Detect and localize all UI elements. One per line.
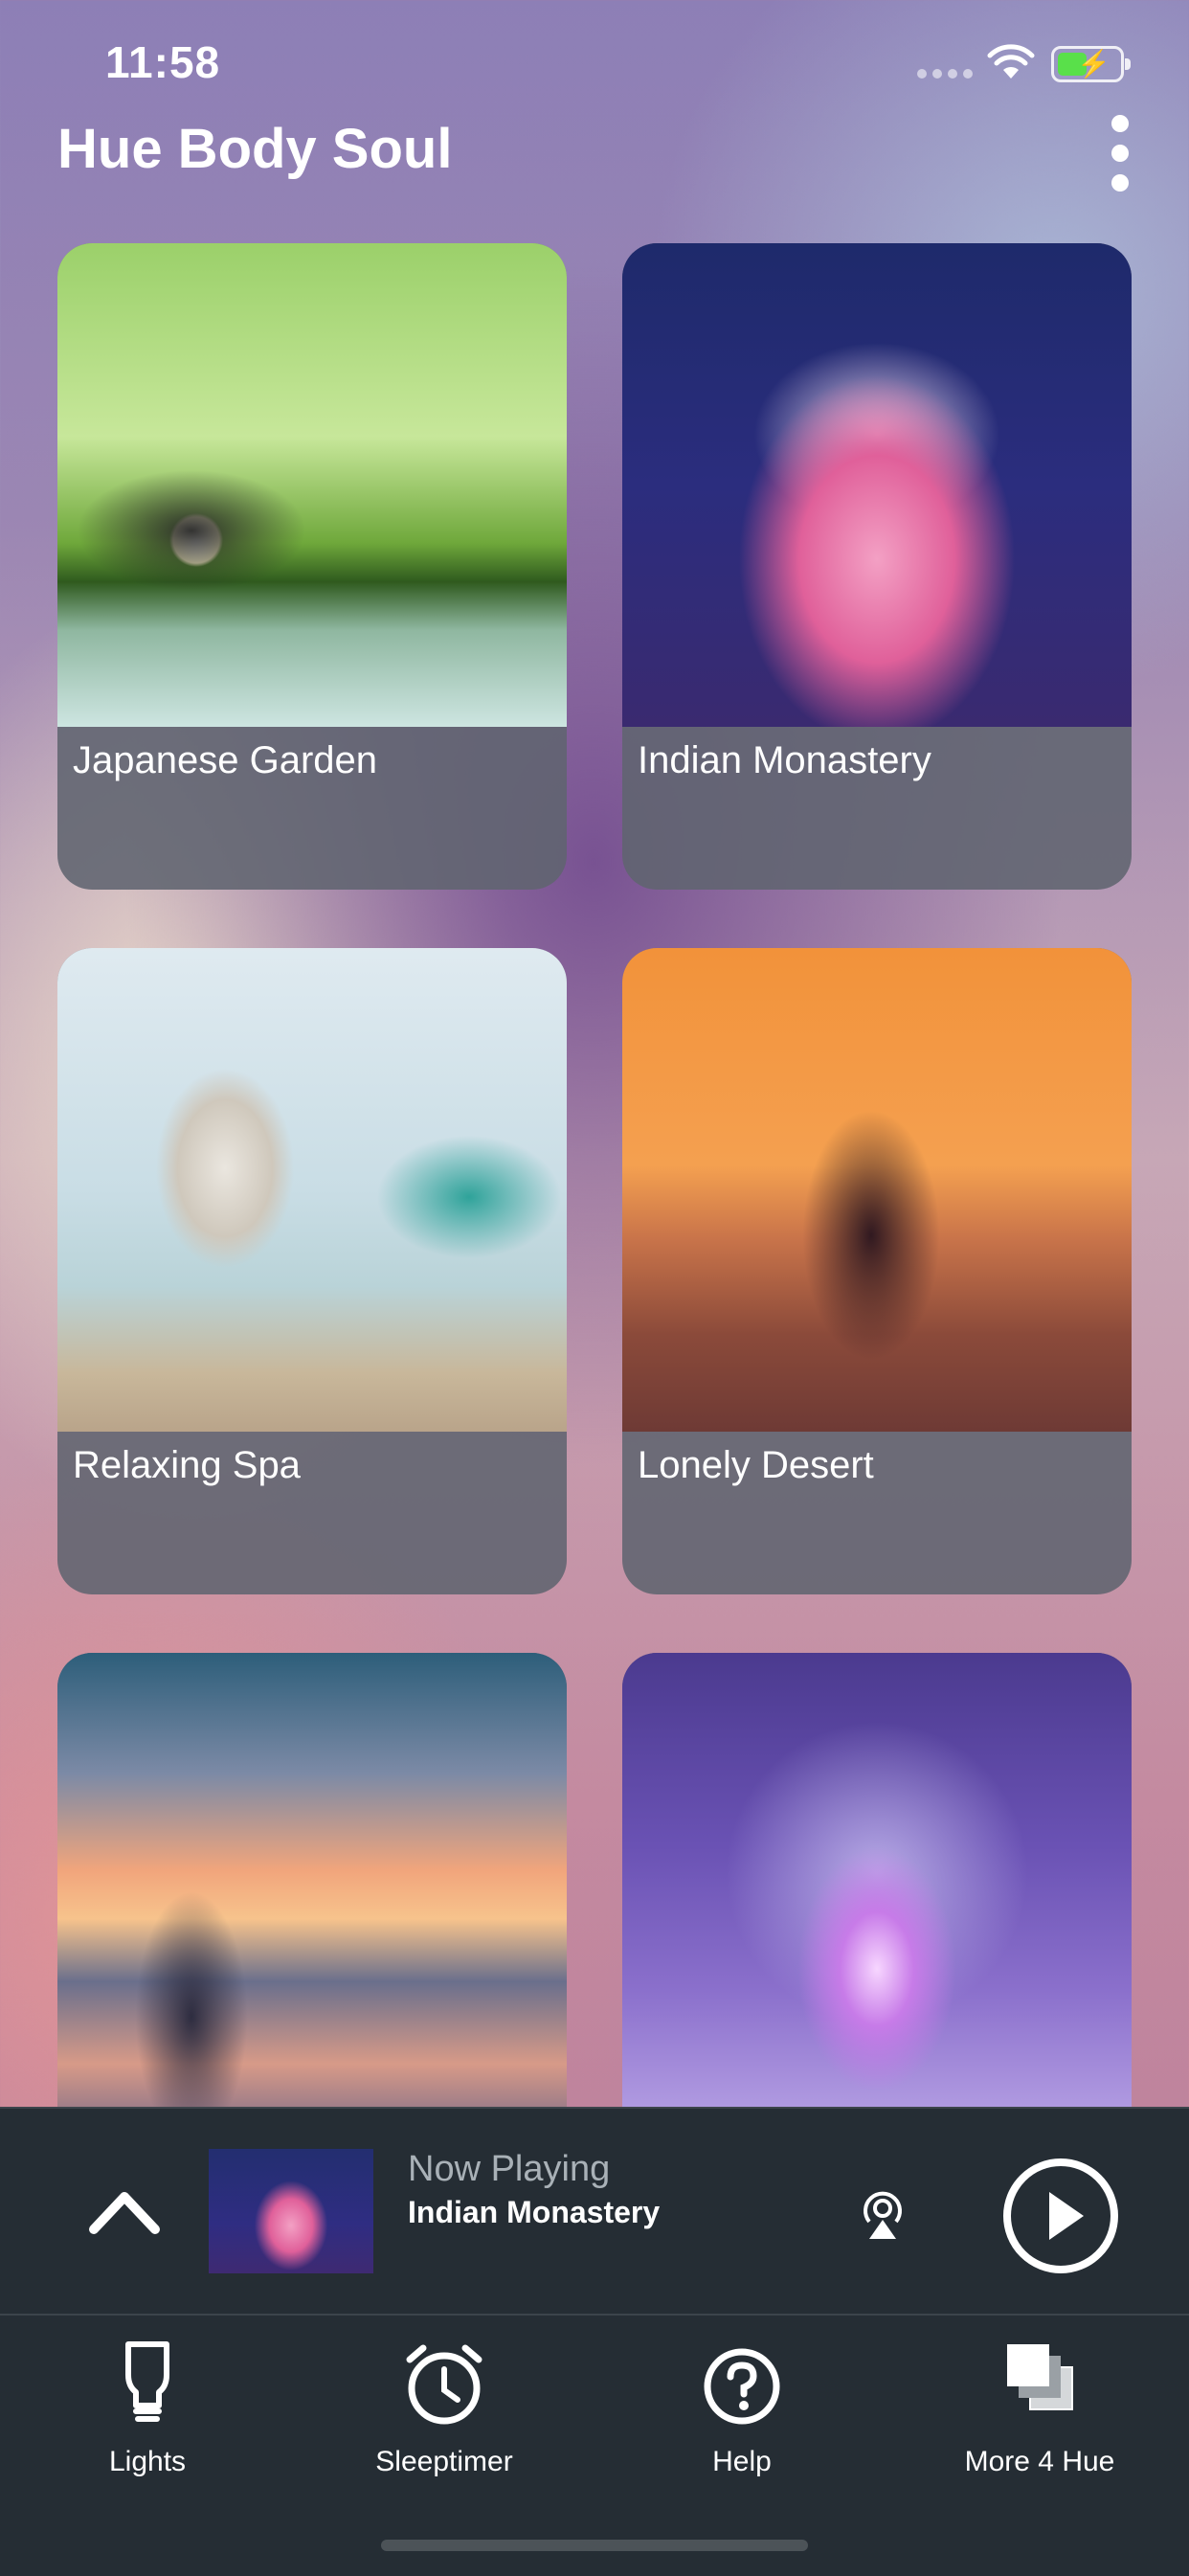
scene-image: [622, 1653, 1132, 2136]
now-playing-bar: Now Playing Indian Monastery: [0, 2107, 1189, 2316]
home-indicator[interactable]: [381, 2540, 808, 2551]
tab-sleeptimer[interactable]: Sleeptimer: [320, 2339, 569, 2482]
now-playing-title: Indian Monastery: [408, 2195, 661, 2229]
scene-label: Japanese Garden: [73, 739, 378, 781]
tab-label: Lights: [108, 2446, 187, 2477]
tab-label: Help: [712, 2446, 772, 2477]
page-title: Hue Body Soul: [57, 118, 453, 180]
scene-image: [57, 948, 567, 1432]
scene-label: Indian Monastery: [638, 739, 931, 781]
scene-image: [57, 1653, 567, 2136]
scene-image: [622, 243, 1132, 727]
more-options-icon[interactable]: [1101, 115, 1139, 192]
airplay-icon[interactable]: [852, 2183, 913, 2245]
layers-icon: [1007, 2344, 1073, 2410]
scene-label: Relaxing Spa: [73, 1444, 301, 1486]
status-bar: 11:58 ⚡: [0, 0, 1189, 124]
scene-image: [622, 948, 1132, 1432]
scene-card-indian-monastery[interactable]: Indian Monastery: [622, 243, 1132, 890]
tab-label: More 4 Hue: [964, 2446, 1115, 2477]
scene-card-japanese-garden[interactable]: Japanese Garden: [57, 243, 567, 890]
lightbulb-icon: [125, 2341, 169, 2422]
scene-image: [57, 243, 567, 727]
scene-label: Lonely Desert: [638, 1444, 874, 1486]
help-icon: [704, 2348, 780, 2425]
scene-card-relaxing-spa[interactable]: Relaxing Spa: [57, 948, 567, 1594]
tab-label: Sleeptimer: [375, 2446, 513, 2477]
cellular-signal-icon: [917, 69, 973, 79]
chevron-up-icon[interactable]: [88, 2187, 161, 2235]
alarm-clock-icon: [406, 2344, 482, 2425]
tab-help[interactable]: Help: [617, 2339, 866, 2482]
wifi-icon: [987, 44, 1035, 79]
scene-card-lonely-desert[interactable]: Lonely Desert: [622, 948, 1132, 1594]
play-button[interactable]: [1003, 2158, 1118, 2273]
now-playing-thumbnail[interactable]: [209, 2149, 373, 2273]
tab-lights[interactable]: Lights: [23, 2339, 272, 2482]
tab-more-4-hue[interactable]: More 4 Hue: [915, 2339, 1164, 2482]
tab-bar: Lights Sleeptimer Help More 4 Hue: [0, 2314, 1189, 2576]
status-time: 11:58: [105, 37, 221, 87]
now-playing-label: Now Playing: [408, 2149, 611, 2189]
battery-icon: ⚡: [1051, 46, 1131, 82]
